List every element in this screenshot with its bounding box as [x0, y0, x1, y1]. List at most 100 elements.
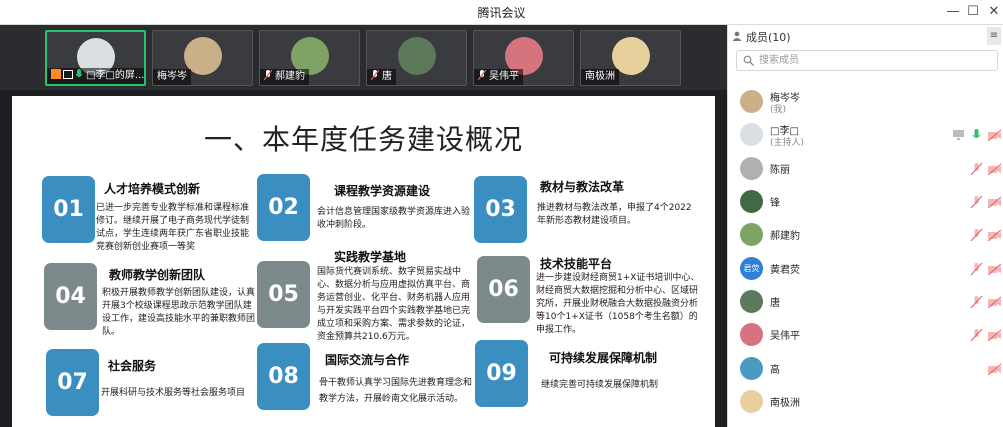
- member-row[interactable]: 唐: [728, 286, 1003, 319]
- item-description: 骨干教师认真学习国际先进教育理念和教学方法，开展岭南文化展示活动。: [319, 378, 473, 404]
- avatar: [740, 290, 763, 313]
- meeting-app: □李□的屏... 梅岑岑 郝建豹 唐 吴伟平 南极洲 一、本年度任务建设概况 0…: [0, 0, 1003, 427]
- video-tile[interactable]: 南极洲: [580, 30, 681, 86]
- member-row[interactable]: 锋: [728, 186, 1003, 219]
- item-description: 继续完善可持续发展保障机制: [541, 380, 659, 390]
- item-heading: 国际交流与合作: [325, 353, 410, 367]
- mic-muted-icon[interactable]: [970, 263, 983, 275]
- item-number-box: 06: [477, 256, 530, 323]
- tile-name: 南极洲: [585, 71, 615, 82]
- window-title: 腾讯会议: [477, 6, 526, 20]
- item-number-box: 03: [474, 176, 527, 243]
- mic-muted-icon: [264, 70, 272, 80]
- mic-muted-icon[interactable]: [970, 196, 983, 208]
- tile-name: 吴伟平: [489, 71, 519, 82]
- avatar: 君荧: [740, 257, 763, 280]
- person-icon: [732, 31, 742, 41]
- tile-name-bar: 南极洲: [581, 69, 619, 85]
- video-strip: □李□的屏... 梅岑岑 郝建豹 唐 吴伟平 南极洲: [0, 25, 727, 90]
- members-title: 成员(10): [746, 31, 791, 44]
- tile-name: □李□的屏...: [86, 70, 145, 81]
- item-description: 积极开展教师教学创新团队建设，认真开展3个校级课程思政示范教学团队建设工作，建设…: [102, 288, 256, 337]
- members-header: 成员(10) ≡: [728, 25, 1003, 47]
- member-name: 南极洲: [770, 398, 800, 409]
- camera-off-icon[interactable]: [988, 329, 1001, 341]
- item-heading: 人才培养模式创新: [104, 182, 201, 196]
- avatar: [397, 37, 436, 75]
- slide-title: 一、本年度任务建设概况: [203, 123, 523, 156]
- mic-muted-icon[interactable]: [970, 296, 983, 308]
- video-tile[interactable]: 郝建豹: [259, 30, 360, 86]
- members-panel: 成员(10) ≡ 梅岑岑 (我) □李□ (主持人) 陈丽: [727, 25, 1003, 427]
- video-tile[interactable]: 唐: [366, 30, 467, 86]
- item-heading: 社会服务: [108, 359, 157, 373]
- member-row[interactable]: □李□ (主持人): [728, 119, 1003, 152]
- member-search[interactable]: [736, 50, 998, 71]
- camera-off-icon[interactable]: [988, 129, 1001, 141]
- search-input[interactable]: [759, 53, 989, 68]
- camera-off-icon[interactable]: [988, 263, 1001, 275]
- member-name: 郝建豹: [770, 231, 800, 242]
- avatar: [740, 157, 763, 180]
- member-name: 高: [770, 365, 780, 376]
- member-name: 陈丽: [770, 165, 790, 176]
- item-heading: 教师教学创新团队: [109, 268, 206, 282]
- member-name: 唐: [770, 298, 780, 309]
- member-row[interactable]: 吴伟平: [728, 319, 1003, 352]
- avatar: [740, 390, 763, 413]
- video-tile-screen-sharer[interactable]: □李□的屏...: [45, 30, 146, 86]
- avatar: [740, 223, 763, 246]
- meeting-main-area: □李□的屏... 梅岑岑 郝建豹 唐 吴伟平 南极洲 一、本年度任务建设概况 0…: [0, 0, 727, 427]
- mic-muted-icon[interactable]: [970, 229, 983, 241]
- member-row[interactable]: 南极洲: [728, 386, 1003, 419]
- item-number-box: 07: [46, 349, 99, 416]
- menu-icon[interactable]: ≡: [987, 27, 1001, 45]
- item-description: 进一步建设财经商贸1+X证书培训中心、财经商贸大数据挖掘和分析中心、区域研究所，…: [536, 273, 700, 335]
- tile-name-bar: 唐: [367, 69, 396, 85]
- mic-on-icon[interactable]: [970, 129, 983, 141]
- camera-off-icon[interactable]: [988, 296, 1001, 308]
- item-description: 推进教材与教法改革，申报了4个2022年新形态教材建设项目。: [537, 203, 692, 226]
- camera-off-icon[interactable]: [988, 229, 1001, 241]
- maximize-button[interactable]: ☐: [964, 3, 982, 21]
- member-name: 锋: [770, 198, 780, 209]
- member-role: (我): [770, 105, 787, 115]
- host-icon: [51, 69, 61, 79]
- avatar: [740, 123, 763, 146]
- mic-muted-icon: [371, 70, 379, 80]
- mic-on-icon: [75, 69, 83, 77]
- shared-slide: 一、本年度任务建设概况 01 人才培养模式创新 已进一步完善专业教学标准和课程标…: [12, 96, 715, 427]
- item-description: 已进一步完善专业教学标准和课程标准修订。继续开展了电子商务现代学徒制试点，学生连…: [96, 203, 250, 252]
- item-heading: 可持续发展保障机制: [549, 351, 658, 365]
- item-heading: 技术技能平台: [540, 257, 613, 271]
- mic-muted-icon[interactable]: [970, 329, 983, 341]
- member-row[interactable]: 梅岑岑 (我): [728, 86, 1003, 119]
- close-button[interactable]: ✕: [985, 3, 1003, 21]
- member-row[interactable]: 郝建豹: [728, 219, 1003, 252]
- tile-name-bar: 吴伟平: [474, 69, 523, 85]
- screen-share-icon: [63, 70, 73, 79]
- video-tile[interactable]: 吴伟平: [473, 30, 574, 86]
- tile-name-bar: □李□的屏...: [47, 68, 145, 84]
- member-role: (主持人): [770, 138, 805, 148]
- item-description: 国际货代赛训系统、数字贸易实战中心、数据分析与应用虚拟仿真平台、商务运营创业、化…: [317, 267, 471, 342]
- member-row[interactable]: 陈丽: [728, 153, 1003, 186]
- tile-name: 梅岑岑: [157, 71, 187, 82]
- screen-share-icon: [953, 130, 964, 140]
- video-tile[interactable]: 梅岑岑: [152, 30, 253, 86]
- minimize-button[interactable]: —: [944, 3, 962, 21]
- item-number-box: 04: [44, 263, 97, 330]
- camera-off-icon[interactable]: [988, 196, 1001, 208]
- avatar: [740, 323, 763, 346]
- tile-name-bar: 郝建豹: [260, 69, 309, 85]
- item-number-box: 08: [257, 343, 310, 410]
- tile-name: 郝建豹: [275, 71, 305, 82]
- item-heading: 实践教学基地: [334, 250, 407, 264]
- camera-off-icon[interactable]: [988, 363, 1001, 375]
- camera-off-icon[interactable]: [988, 163, 1001, 175]
- member-name: 黄君荧: [770, 265, 800, 276]
- mic-muted-icon[interactable]: [970, 163, 983, 175]
- search-icon: [743, 55, 754, 66]
- member-row[interactable]: 君荧 黄君荧: [728, 253, 1003, 286]
- member-row[interactable]: 高: [728, 353, 1003, 386]
